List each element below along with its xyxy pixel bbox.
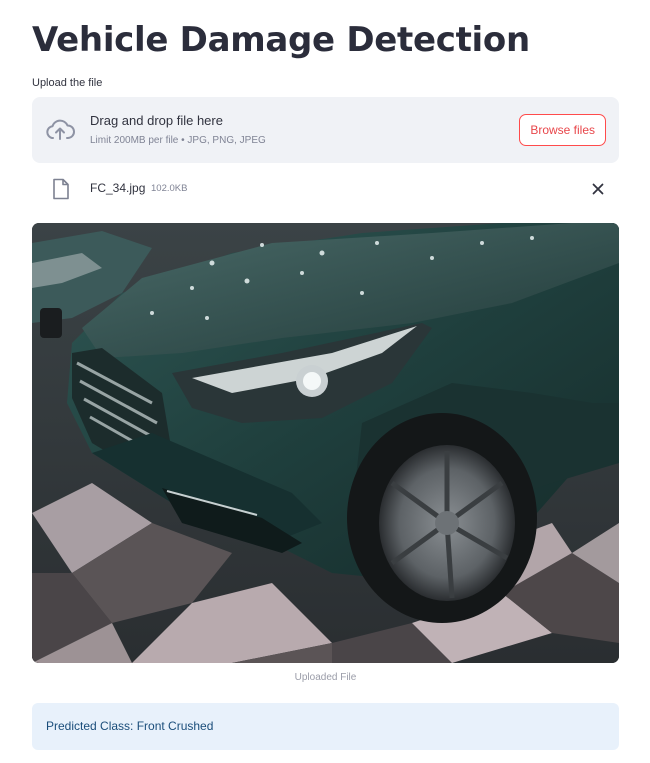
car-photo — [32, 223, 619, 663]
app-page: Vehicle Damage Detection Upload the file… — [0, 0, 650, 763]
uploaded-file-row: FC_34.jpg 102.0KB — [32, 172, 619, 206]
uploaded-file-name: FC_34.jpg — [90, 181, 146, 195]
file-dropzone[interactable]: Drag and drop file here Limit 200MB per … — [32, 97, 619, 163]
close-icon[interactable] — [591, 182, 605, 196]
uploaded-file-size: 102.0KB — [151, 183, 188, 194]
prediction-info-box: Predicted Class: Front Crushed — [32, 703, 619, 750]
page-title: Vehicle Damage Detection — [32, 20, 530, 60]
cloud-upload-icon — [46, 119, 75, 140]
dropzone-limit-hint: Limit 200MB per file • JPG, PNG, JPEG — [90, 135, 266, 146]
file-icon — [53, 178, 69, 200]
upload-label: Upload the file — [32, 77, 103, 89]
prediction-text: Predicted Class: Front Crushed — [46, 719, 214, 733]
image-caption: Uploaded File — [294, 672, 357, 683]
dropzone-instruction: Drag and drop file here — [90, 113, 223, 128]
uploaded-car-image — [32, 223, 619, 663]
browse-files-button[interactable]: Browse files — [519, 114, 606, 146]
